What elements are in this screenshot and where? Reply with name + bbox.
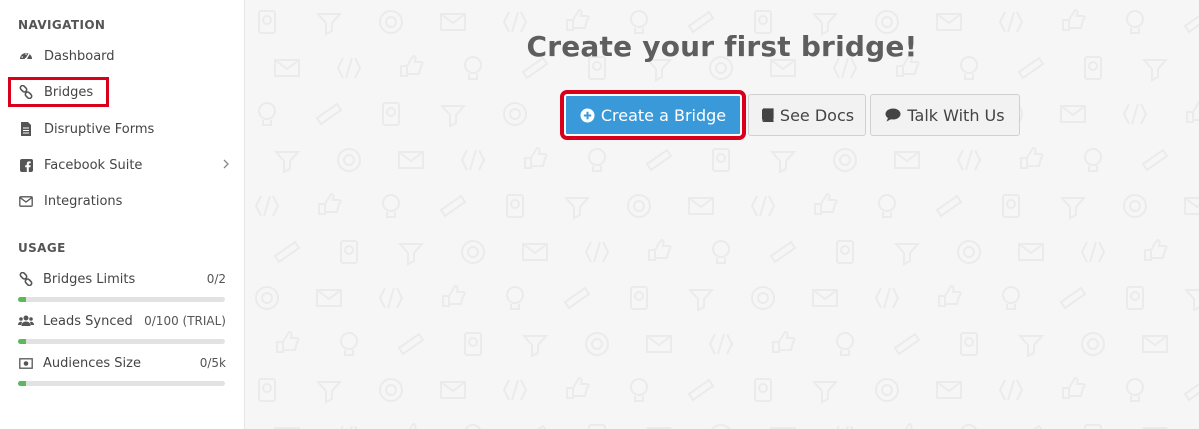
usage-progress-fill [18, 297, 27, 302]
usage-bridges-limits: Bridges Limits 0/2 [18, 270, 226, 302]
plus-circle-icon [580, 108, 595, 123]
link-icon [18, 84, 34, 100]
document-icon [18, 121, 34, 137]
usage-label: Leads Synced [43, 313, 133, 329]
usage-progress-bar [18, 381, 225, 386]
main-content: Create your first bridge! Create a Bridg… [245, 0, 1199, 429]
sidebar-item-label: Disruptive Forms [44, 121, 155, 137]
page-title: Create your first bridge! [526, 30, 918, 63]
usage-progress-fill [18, 339, 27, 344]
usage-value: 0/100 (TRIAL) [144, 314, 226, 328]
usage-label: Bridges Limits [43, 271, 136, 287]
usage-value: 0/5k [199, 356, 226, 370]
envelope-icon [18, 193, 34, 209]
usage-audiences-size: Audiences Size 0/5k [18, 354, 226, 386]
create-bridge-button[interactable]: Create a Bridge [560, 90, 746, 140]
see-docs-label: See Docs [779, 105, 855, 125]
talk-with-us-label: Talk With Us [907, 105, 1005, 125]
usage-progress-bar [18, 339, 225, 344]
usage-value: 0/2 [206, 272, 226, 286]
sidebar-item-integrations[interactable]: Integrations [8, 184, 236, 218]
sidebar: NAVIGATION Dashboard Bridges Disruptive … [0, 0, 245, 429]
dashboard-icon [18, 48, 34, 64]
sidebar-item-dashboard[interactable]: Dashboard [8, 39, 236, 73]
chevron-right-icon [222, 158, 230, 174]
chat-bubble-icon [885, 108, 901, 122]
see-docs-button[interactable]: See Docs [748, 94, 866, 136]
usage-progress-fill [18, 381, 27, 386]
sidebar-item-label: Bridges [44, 84, 94, 100]
facebook-icon [18, 157, 34, 173]
money-icon [18, 355, 34, 371]
usage-label: Audiences Size [43, 355, 141, 371]
usage-leads-synced: Leads Synced 0/100 (TRIAL) [18, 312, 226, 344]
usage-progress-bar [18, 297, 225, 302]
background-pattern [254, 8, 1199, 429]
sidebar-item-bridges[interactable]: Bridges [8, 77, 109, 107]
navigation-section-title: NAVIGATION [18, 18, 106, 32]
sidebar-item-disruptive-forms[interactable]: Disruptive Forms [8, 112, 236, 146]
book-icon [760, 108, 774, 122]
usage-section-title: USAGE [18, 241, 66, 255]
create-bridge-label: Create a Bridge [600, 105, 727, 125]
talk-with-us-button[interactable]: Talk With Us [870, 94, 1020, 136]
sidebar-item-label: Dashboard [44, 48, 115, 64]
sidebar-item-facebook-suite[interactable]: Facebook Suite [8, 148, 236, 182]
sidebar-item-label: Facebook Suite [44, 157, 143, 173]
link-icon [18, 271, 34, 287]
sidebar-item-label: Integrations [44, 193, 123, 209]
users-icon [18, 313, 34, 329]
